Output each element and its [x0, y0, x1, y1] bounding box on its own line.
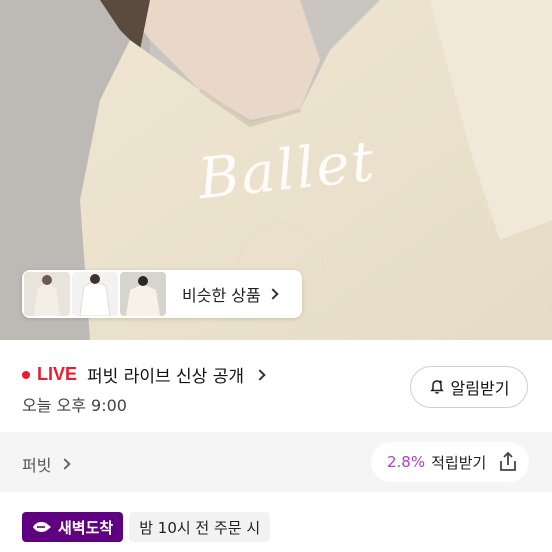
dawn-delivery-label: 새벽도착 — [58, 518, 114, 537]
delivery-info: 새벽도착 밤 10시 전 주문 시 — [22, 512, 271, 542]
order-cutoff-text: 밤 10시 전 주문 시 — [129, 512, 271, 542]
live-title: 퍼빗 라이브 신상 공개 — [87, 367, 244, 387]
similar-thumb-3 — [120, 272, 166, 316]
live-time: 오늘 오후 9:00 — [22, 396, 127, 415]
chevron-right-icon — [254, 368, 266, 381]
chevron-right-icon — [59, 458, 72, 470]
chevron-right-icon — [267, 288, 279, 300]
similar-products-button[interactable]: 비슷한 상품 — [22, 270, 302, 318]
similar-products-label: 비슷한 상품 — [182, 282, 279, 306]
live-tag: LIVE — [37, 364, 78, 384]
alarm-button[interactable]: 알림받기 — [410, 366, 528, 408]
brand-name: 퍼빗 — [22, 456, 52, 475]
live-dot-icon — [22, 370, 30, 379]
similar-thumb-1 — [24, 272, 70, 316]
similar-thumb-2 — [72, 272, 118, 316]
alarm-label: 알림받기 — [450, 379, 510, 398]
brand-link[interactable]: 퍼빗 — [22, 452, 72, 476]
dawn-delivery-badge: 새벽도착 — [22, 512, 124, 542]
reward-label: 적립받기 — [431, 453, 487, 472]
delivery-arrow-icon — [32, 520, 52, 534]
reward-percent: 2.8% — [387, 453, 426, 471]
bell-plus-icon — [429, 379, 445, 395]
share-icon[interactable] — [496, 450, 520, 478]
live-broadcast-link[interactable]: LIVE 퍼빗 라이브 신상 공개 — [22, 362, 266, 387]
